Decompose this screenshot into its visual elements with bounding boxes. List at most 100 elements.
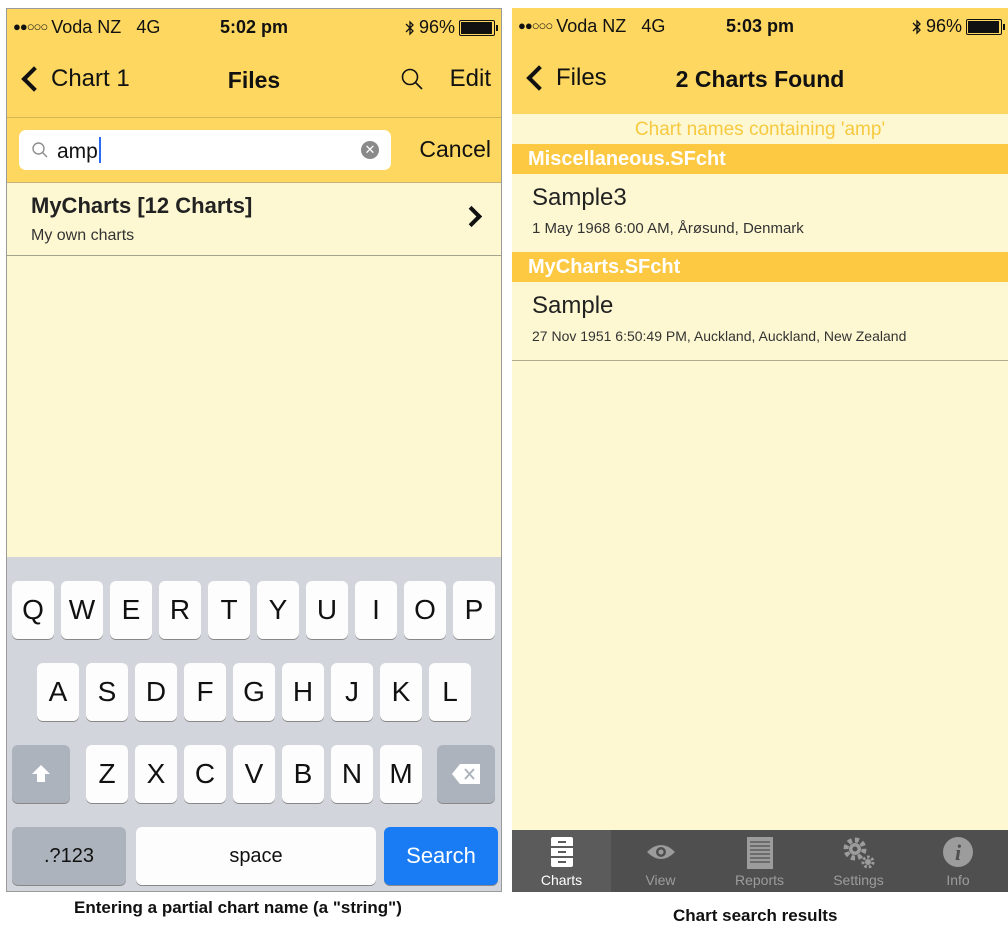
key-d[interactable]: D [135, 663, 177, 721]
search-info-banner: Chart names containing 'amp' [512, 116, 1008, 144]
key-u[interactable]: U [306, 581, 348, 639]
tab-label: Charts [540, 872, 583, 888]
key-e[interactable]: E [110, 581, 152, 639]
tab-info[interactable]: i Info [908, 830, 1008, 892]
chart-row[interactable]: Sample3 1 May 1968 6:00 AM, Årøsund, Den… [512, 174, 1008, 253]
key-l[interactable]: L [429, 663, 471, 721]
navigation-bar: Files 2 Charts Found [512, 44, 1008, 114]
search-key[interactable]: Search [384, 827, 498, 885]
file-cabinet-icon [550, 837, 573, 867]
chart-name: Sample [532, 292, 614, 319]
status-right: 96% [405, 17, 498, 38]
chart-row[interactable]: Sample 27 Nov 1951 6:50:49 PM, Auckland,… [512, 282, 1008, 361]
status-bar: ●●○○○ Voda NZ 4G 5:02 pm 96% [7, 9, 501, 45]
key-q[interactable]: Q [12, 581, 54, 639]
key-t[interactable]: T [208, 581, 250, 639]
status-time: 5:03 pm [725, 16, 795, 36]
right-caption: Chart search results [673, 906, 838, 925]
tab-settings[interactable]: Settings [809, 830, 908, 892]
carrier-name: Voda NZ [556, 16, 627, 36]
list-item-subtitle: My own charts [31, 227, 135, 244]
bluetooth-icon [912, 18, 921, 35]
carrier: ●●○○○ Voda NZ 4G [13, 17, 160, 38]
key-v[interactable]: V [233, 745, 275, 803]
section-header: Miscellaneous.SFcht [512, 144, 1008, 174]
battery-percent: 96% [925, 16, 962, 36]
search-icon[interactable] [400, 67, 424, 91]
key-m[interactable]: M [380, 745, 422, 803]
key-x[interactable]: X [135, 745, 177, 803]
tab-label: Info [946, 872, 970, 888]
list-item[interactable]: MyCharts [12 Charts] My own charts [7, 183, 501, 256]
clear-icon[interactable]: ✕ [361, 141, 379, 159]
tab-label: Settings [833, 872, 884, 888]
keyboard-row-2: A S D F G H J K L [7, 663, 501, 721]
search-row: amp ✕ Cancel [7, 118, 501, 183]
key-z[interactable]: Z [86, 745, 128, 803]
key-i[interactable]: I [355, 581, 397, 639]
svg-text:i: i [955, 840, 962, 865]
network-type: 4G [136, 17, 161, 37]
left-caption: Entering a partial chart name (a "string… [74, 898, 402, 917]
section-header: MyCharts.SFcht [512, 252, 1008, 282]
nav-actions: Edit [400, 65, 491, 93]
status-right: 96% [912, 16, 1005, 37]
search-field-icon [32, 142, 48, 158]
key-h[interactable]: H [282, 663, 324, 721]
space-key[interactable]: space [136, 827, 376, 885]
eye-icon [646, 845, 675, 859]
keyboard-row-4: .?123 space Search [7, 827, 501, 885]
carrier: ●●○○○ Voda NZ 4G [518, 16, 665, 37]
tab-charts[interactable]: Charts [512, 830, 611, 892]
key-c[interactable]: C [184, 745, 226, 803]
tab-label: Reports [734, 872, 785, 888]
search-input[interactable]: amp ✕ [19, 130, 391, 170]
keyboard: Q W E R T Y U I O P A S D F G H J K L Z [7, 557, 501, 891]
key-w[interactable]: W [61, 581, 103, 639]
shift-key[interactable] [12, 745, 70, 803]
left-screenshot: ●●○○○ Voda NZ 4G 5:02 pm 96% Chart 1 File… [6, 8, 502, 892]
battery-icon [459, 19, 498, 36]
status-bar: ●●○○○ Voda NZ 4G 5:03 pm 96% [512, 8, 1008, 44]
text-caret [98, 136, 101, 163]
battery-percent: 96% [418, 17, 455, 37]
key-o[interactable]: O [404, 581, 446, 639]
keyboard-row-3: Z X C V B N M [7, 745, 501, 803]
bluetooth-icon [405, 19, 414, 36]
key-y[interactable]: Y [257, 581, 299, 639]
key-r[interactable]: R [159, 581, 201, 639]
delete-key[interactable] [437, 745, 495, 803]
key-s[interactable]: S [86, 663, 128, 721]
key-g[interactable]: G [233, 663, 275, 721]
tab-label: View [645, 872, 676, 888]
chart-details: 27 Nov 1951 6:50:49 PM, Auckland, Auckla… [532, 328, 907, 344]
signal-dots-icon: ●●○○○ [518, 18, 553, 33]
carrier-name: Voda NZ [51, 17, 122, 37]
chart-name: Sample3 [532, 184, 627, 211]
tab-reports[interactable]: Reports [710, 830, 809, 892]
navigation-bar: Chart 1 Files Edit [7, 45, 501, 118]
tab-bar: Charts View Reports Settings i Info [512, 830, 1008, 892]
key-a[interactable]: A [37, 663, 79, 721]
tab-view[interactable]: View [611, 830, 710, 892]
key-j[interactable]: J [331, 663, 373, 721]
edit-button[interactable]: Edit [450, 65, 491, 93]
page-title: 2 Charts Found [675, 66, 845, 92]
key-b[interactable]: B [282, 745, 324, 803]
numbers-key[interactable]: .?123 [12, 827, 126, 885]
key-k[interactable]: K [380, 663, 422, 721]
cancel-button[interactable]: Cancel [419, 136, 491, 163]
network-type: 4G [641, 16, 666, 36]
status-time: 5:02 pm [219, 17, 289, 37]
report-icon [746, 837, 773, 869]
search-value: amp [57, 136, 101, 164]
key-n[interactable]: N [331, 745, 373, 803]
battery-icon [966, 18, 1005, 35]
key-f[interactable]: F [184, 663, 226, 721]
key-p[interactable]: P [453, 581, 495, 639]
search-text: amp [57, 139, 98, 163]
right-screenshot: ●●○○○ Voda NZ 4G 5:03 pm 96% Files 2 Char… [512, 8, 1008, 892]
keyboard-row-1: Q W E R T Y U I O P [7, 581, 501, 639]
backspace-icon [452, 764, 480, 784]
shift-arrow-icon [32, 765, 50, 782]
